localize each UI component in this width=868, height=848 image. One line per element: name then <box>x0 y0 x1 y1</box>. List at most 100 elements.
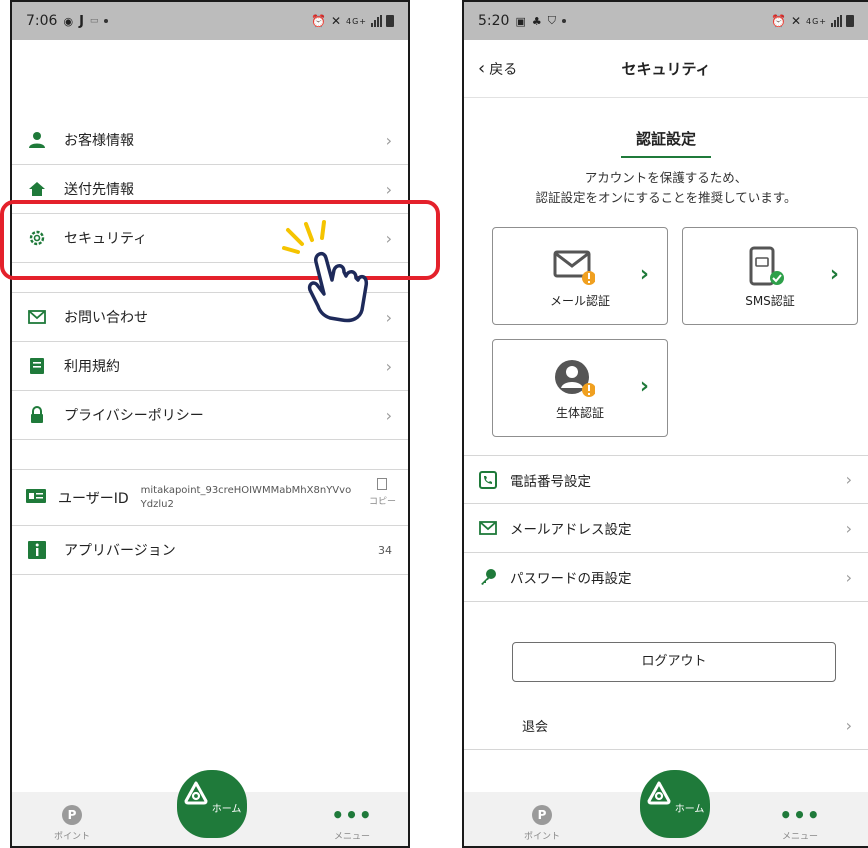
setting-phone-number[interactable]: 電話番号設定 › <box>464 455 868 504</box>
status-bar: 7:06 ◉ J ▭ ⏰ ✕ 4G+ <box>12 2 408 40</box>
menu-label: 送付先情報 <box>64 182 134 198</box>
settings-list: 電話番号設定 › メールアドレス設定 › パスワードの再設定 › <box>464 455 868 602</box>
alarm-icon: ⏰ <box>310 14 327 28</box>
auth-label: メール認証 <box>549 294 610 308</box>
id-card-icon <box>26 488 48 507</box>
more-icon: ••• <box>779 803 821 827</box>
network-label: 4G+ <box>346 16 367 26</box>
app-version-value: 34 <box>378 543 392 557</box>
menu-label: お問い合わせ <box>64 310 148 326</box>
mute-icon: ✕ <box>330 14 342 28</box>
chevron-right-icon: › <box>385 307 392 327</box>
point-icon: P <box>532 805 552 825</box>
page-title: セキュリティ <box>621 60 711 78</box>
mute-icon: ✕ <box>790 14 802 28</box>
chevron-right-icon: › <box>829 262 839 287</box>
tab-label: ポイント <box>523 832 560 842</box>
chevron-right-icon: › <box>639 262 649 287</box>
tab-label: メニュー <box>781 832 818 842</box>
section-description: アカウントを保護するため、 認証設定をオンにすることを推奨しています。 <box>535 170 797 205</box>
app-icon: ▭ <box>89 16 99 26</box>
copy-button[interactable]: コピー <box>369 478 396 507</box>
chevron-right-icon: › <box>385 228 392 248</box>
logout-button[interactable]: ログアウト <box>512 642 836 682</box>
person-icon <box>26 131 48 149</box>
menu-label: セキュリティ <box>64 231 148 247</box>
signal-icon <box>371 15 382 27</box>
app-version-row: アプリバージョン 34 <box>12 526 408 575</box>
auth-card-email[interactable]: › メール認証 <box>492 227 668 325</box>
chevron-right-icon: › <box>385 179 392 199</box>
tab-point[interactable]: P ポイント <box>502 805 582 842</box>
phone-icon <box>478 470 498 489</box>
withdraw-label: 退会 <box>522 720 549 735</box>
tab-home[interactable]: ホーム <box>177 770 247 838</box>
menu-label: 利用規約 <box>64 359 120 375</box>
auth-card-biometric[interactable]: › 生体認証 <box>492 339 668 437</box>
chevron-right-icon: › <box>845 518 852 538</box>
user-id-row: ユーザーID mitakapoint_93creHOIWMMabMhX8nYVv… <box>12 470 408 526</box>
tab-label: ホーム <box>211 804 242 815</box>
tab-menu[interactable]: ••• メニュー <box>312 805 392 842</box>
menu-item-privacy-policy[interactable]: プライバシーポリシー › <box>12 391 408 440</box>
menu-item-customer-info[interactable]: お客様情報 › <box>12 116 408 165</box>
right-screen: 5:20 ▣ ♣ ⛉ ⏰ ✕ 4G+ ‹ 戻る セキュリティ 認証設定 アカウン… <box>462 0 868 848</box>
menu-list: お客様情報 › 送付先情報 › セキュリティ › お問い合わせ › 利用規約 ›… <box>12 116 408 575</box>
withdraw-row[interactable]: 退会 › <box>464 702 868 750</box>
home-icon <box>647 781 671 805</box>
menu-item-shipping-info[interactable]: 送付先情報 › <box>12 165 408 214</box>
user-id-label: ユーザーID <box>58 490 129 507</box>
back-button[interactable]: ‹ 戻る <box>478 58 517 79</box>
app-version-label: アプリバージョン <box>64 543 176 559</box>
mail-icon <box>478 521 498 535</box>
divider <box>12 440 408 470</box>
tab-label: ポイント <box>53 832 90 842</box>
signal-icon <box>831 15 842 27</box>
chevron-right-icon: › <box>845 716 852 735</box>
copy-label: コピー <box>368 497 396 507</box>
key-icon <box>478 568 498 586</box>
chevron-right-icon: › <box>639 374 649 399</box>
network-label: 4G+ <box>806 16 827 26</box>
house-icon <box>26 180 48 198</box>
battery-icon <box>386 15 394 27</box>
alarm-icon: ⏰ <box>770 14 787 28</box>
setting-label: 電話番号設定 <box>510 473 591 490</box>
status-time: 5:20 <box>478 13 510 29</box>
menu-item-security[interactable]: セキュリティ › <box>12 214 408 263</box>
dot-icon <box>104 19 109 23</box>
menu-label: お客様情報 <box>64 133 134 149</box>
tab-menu[interactable]: ••• メニュー <box>760 805 840 842</box>
gallery-icon: ▣ <box>515 14 526 28</box>
setting-password-reset[interactable]: パスワードの再設定 › <box>464 553 868 602</box>
j-icon: J <box>79 13 84 29</box>
setting-email-address[interactable]: メールアドレス設定 › <box>464 504 868 553</box>
notification-icon: ♣ <box>531 14 542 28</box>
tab-label: ホーム <box>674 804 705 815</box>
mail-warning-icon <box>553 250 595 285</box>
auth-label: SMS認証 <box>745 294 795 308</box>
user-warning-icon <box>555 360 595 397</box>
tab-bar: P ポイント ホーム ••• メニュー <box>464 770 868 846</box>
setting-label: メールアドレス設定 <box>510 522 632 538</box>
section-title: 認証設定 <box>635 130 696 148</box>
home-icon <box>184 781 208 805</box>
divider <box>12 263 408 293</box>
chevron-right-icon: › <box>845 470 852 489</box>
menu-item-contact[interactable]: お問い合わせ › <box>12 293 408 342</box>
notification-icon: ◉ <box>63 14 74 28</box>
point-icon: P <box>62 805 82 825</box>
menu-label: プライバシーポリシー <box>64 408 204 424</box>
copy-icon <box>377 478 388 490</box>
tab-home[interactable]: ホーム <box>640 770 710 838</box>
auth-label: 生体認証 <box>555 406 604 420</box>
shield-icon: ⛉ <box>547 14 556 27</box>
tab-point[interactable]: P ポイント <box>32 805 112 842</box>
menu-item-terms[interactable]: 利用規約 › <box>12 342 408 391</box>
section-underline <box>621 156 711 158</box>
setting-label: パスワードの再設定 <box>510 571 632 587</box>
chevron-left-icon: ‹ <box>478 58 486 79</box>
back-label: 戻る <box>489 61 518 78</box>
auth-card-sms[interactable]: › SMS認証 <box>682 227 858 325</box>
mail-icon <box>26 308 48 326</box>
